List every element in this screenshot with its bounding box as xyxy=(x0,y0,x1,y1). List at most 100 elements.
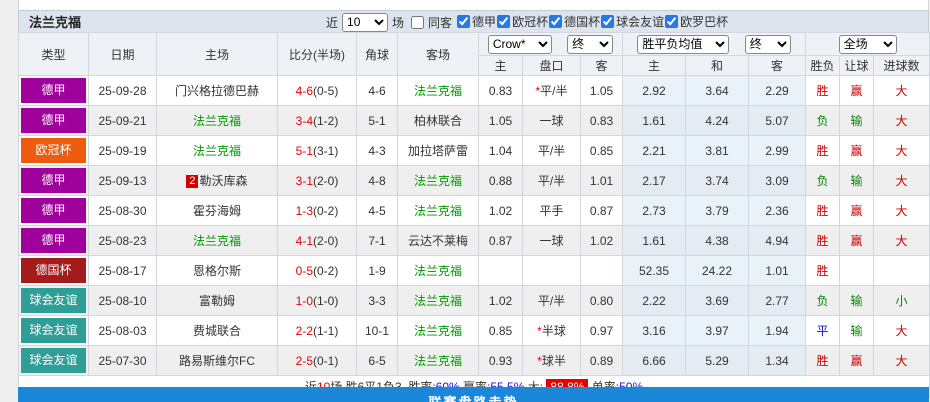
handicap-away-odds: 0.83 xyxy=(581,106,623,136)
league-filter[interactable]: 德国杯 xyxy=(548,13,600,30)
competition-badge: 球会友谊 xyxy=(21,348,86,373)
recent-count-select[interactable]: 10 xyxy=(342,13,388,32)
handicap-away-odds: 1.01 xyxy=(581,166,623,196)
league-checkbox[interactable] xyxy=(549,15,562,28)
same-away-checkbox[interactable] xyxy=(411,16,424,29)
handicap-away-odds: 1.05 xyxy=(581,76,623,106)
col-result: 胜负 xyxy=(806,56,840,76)
home-team-cell: 法兰克福 xyxy=(157,106,278,136)
league-checkbox[interactable] xyxy=(601,15,614,28)
full-time-score: 5-1 xyxy=(296,144,313,158)
league-checkbox[interactable] xyxy=(497,15,510,28)
match-date: 25-08-23 xyxy=(89,226,157,256)
league-checkbox[interactable] xyxy=(457,15,470,28)
col-handicap-away: 客 xyxy=(581,56,623,76)
half-time-score: (0-2) xyxy=(313,264,338,278)
full-time-score: 2-5 xyxy=(296,354,313,368)
score-cell: 2-2(1-1) xyxy=(278,316,357,346)
match-type-cell: 德甲 xyxy=(19,196,89,226)
avg-home-odds: 2.73 xyxy=(623,196,686,226)
match-date: 25-08-30 xyxy=(89,196,157,226)
avg-home-odds: 2.21 xyxy=(623,136,686,166)
competition-badge: 德甲 xyxy=(21,198,86,223)
corner-score: 6-5 xyxy=(357,346,398,376)
result-goals xyxy=(874,256,930,286)
home-team-cell: 法兰克福 xyxy=(157,136,278,166)
avg-draw-odds: 3.81 xyxy=(686,136,749,166)
match-row: 德甲25-08-23法兰克福4-1(2-0)7-1云达不莱梅0.87一球1.02… xyxy=(19,226,930,256)
league-checkbox[interactable] xyxy=(665,15,678,28)
league-filter[interactable]: 球会友谊 xyxy=(600,13,664,30)
away-team-name: 法兰克福 xyxy=(414,294,462,308)
league-filter[interactable]: 欧罗巴杯 xyxy=(664,13,728,30)
footer-title: 联赛盘路走势 xyxy=(428,392,518,402)
away-team-name: 法兰克福 xyxy=(414,84,462,98)
handicap-line-cell xyxy=(523,256,581,286)
scope-select[interactable]: 全场 xyxy=(839,35,897,54)
league-filter[interactable]: 欧冠杯 xyxy=(496,13,548,30)
half-time-score: (0-2) xyxy=(313,204,338,218)
handicap-home-odds: 1.05 xyxy=(479,106,523,136)
home-team-name: 霍芬海姆 xyxy=(193,204,241,218)
away-team-cell: 法兰克福 xyxy=(398,76,479,106)
match-date: 25-07-30 xyxy=(89,346,157,376)
handicap-away-odds: 0.85 xyxy=(581,136,623,166)
match-date: 25-09-19 xyxy=(89,136,157,166)
handicap-home-odds: 1.02 xyxy=(479,286,523,316)
col-date: 日期 xyxy=(89,33,157,76)
col-home: 主场 xyxy=(157,33,278,76)
match-date: 25-08-10 xyxy=(89,286,157,316)
score-cell: 1-0(1-0) xyxy=(278,286,357,316)
col-corner: 角球 xyxy=(357,33,398,76)
result-handicap: 输 xyxy=(840,106,874,136)
final-avg-select[interactable]: 终 xyxy=(745,35,791,54)
match-row: 球会友谊25-08-10富勒姆1-0(1-0)3-3法兰克福1.02平/半0.8… xyxy=(19,286,930,316)
avg-away-odds: 3.09 xyxy=(749,166,806,196)
match-stats-page: 法兰克福 近 10 场 同客 德甲欧冠杯德国杯球会友谊欧罗巴杯 类型 日期 xyxy=(0,0,930,402)
avg-home-odds: 52.35 xyxy=(623,256,686,286)
half-time-score: (0-5) xyxy=(313,84,338,98)
avg-draw-odds: 3.79 xyxy=(686,196,749,226)
result-handicap: 输 xyxy=(840,286,874,316)
avg-select-group: 胜平负均值 终 xyxy=(623,33,806,56)
away-team-cell: 法兰克福 xyxy=(398,346,479,376)
handicap-away-odds: 0.87 xyxy=(581,196,623,226)
same-away-filter[interactable]: 同客 xyxy=(406,14,454,31)
avg-home-odds: 6.66 xyxy=(623,346,686,376)
recent-matches-table: 类型 日期 主场 比分(半场) 角球 客场 Crow* 终 胜平负均值 xyxy=(18,32,930,398)
result-wdl: 负 xyxy=(806,286,840,316)
avg-draw-odds: 4.24 xyxy=(686,106,749,136)
result-goals: 大 xyxy=(874,196,930,226)
final-odds-select[interactable]: 终 xyxy=(567,35,613,54)
match-rows: 德甲25-09-28门兴格拉德巴赫4-6(0-5)4-6法兰克福0.83*平/半… xyxy=(19,76,930,376)
handicap-line: 一球 xyxy=(539,114,563,128)
result-goals: 大 xyxy=(874,136,930,166)
match-type-cell: 球会友谊 xyxy=(19,346,89,376)
avg-home-odds: 1.61 xyxy=(623,226,686,256)
match-row: 球会友谊25-07-30路易斯维尔FC2-5(0-1)6-5法兰克福0.93*球… xyxy=(19,346,930,376)
avg-home-odds: 3.16 xyxy=(623,316,686,346)
league-filter[interactable]: 德甲 xyxy=(456,13,496,30)
odds-company-select[interactable]: Crow* xyxy=(488,35,552,54)
match-row: 德甲25-08-30霍芬海姆1-3(0-2)4-5法兰克福1.02平手0.872… xyxy=(19,196,930,226)
avg-away-odds: 4.94 xyxy=(749,226,806,256)
avg-draw-odds: 3.97 xyxy=(686,316,749,346)
result-handicap: 赢 xyxy=(840,136,874,166)
handicap-line: 平/半 xyxy=(540,84,567,98)
half-time-score: (3-1) xyxy=(313,144,338,158)
result-handicap: 赢 xyxy=(840,196,874,226)
competition-badge: 德国杯 xyxy=(21,258,86,283)
away-team-cell: 法兰克福 xyxy=(398,256,479,286)
away-team-name: 云达不莱梅 xyxy=(408,234,468,248)
avg-home-odds: 2.22 xyxy=(623,286,686,316)
handicap-home-odds: 0.87 xyxy=(479,226,523,256)
result-handicap: 输 xyxy=(840,166,874,196)
avg-odds-select[interactable]: 胜平负均值 xyxy=(637,35,729,54)
full-time-score: 2-2 xyxy=(296,324,313,338)
full-time-score: 0-5 xyxy=(296,264,313,278)
corner-score: 4-5 xyxy=(357,196,398,226)
home-team-cell: 门兴格拉德巴赫 xyxy=(157,76,278,106)
handicap-line: 半球 xyxy=(542,324,566,338)
half-time-score: (2-0) xyxy=(313,234,338,248)
full-time-score: 4-6 xyxy=(296,84,313,98)
